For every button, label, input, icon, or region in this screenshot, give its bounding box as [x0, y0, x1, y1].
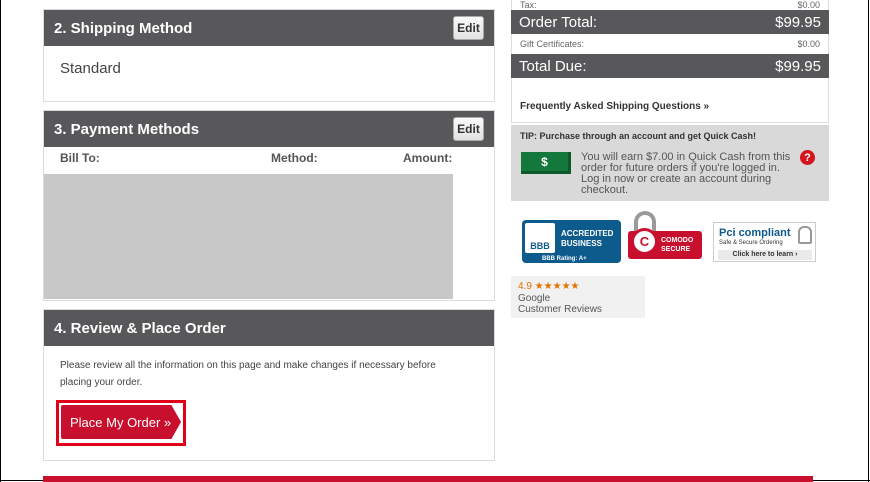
help-icon[interactable]: ?: [800, 150, 815, 165]
pci-subtitle: Safe & Secure Ordering: [719, 240, 783, 246]
bill-to-column-header: Bill To:: [60, 151, 100, 165]
quick-cash-tip: TIP: Purchase through an account and get…: [511, 125, 829, 201]
lock-icon: [798, 226, 812, 244]
shipping-faq-link[interactable]: Frequently Asked Shipping Questions »: [520, 101, 709, 112]
bbb-accredited-badge[interactable]: BBB ACCREDITED BUSINESS BBB Rating: A+: [522, 220, 621, 263]
total-due-value: $99.95: [775, 57, 821, 75]
order-total-value: $99.95: [775, 13, 821, 31]
comodo-line2: SECURE: [661, 246, 691, 253]
payment-edit-button[interactable]: Edit: [453, 117, 484, 141]
shipping-method-section: 2. Shipping Method Edit Standard: [43, 9, 495, 102]
payment-columns: Bill To: Method: Amount:: [44, 147, 494, 174]
google-reviews-label: Customer Reviews: [518, 304, 602, 315]
order-total-row: Order Total: $99.95: [511, 10, 829, 34]
pci-learn-link[interactable]: Click here to learn ›: [718, 250, 812, 260]
shipping-method-value: Standard: [60, 60, 121, 77]
frame-border-left: [0, 0, 1, 482]
tip-text: You will earn $7.00 in Quick Cash from t…: [581, 151, 791, 196]
gift-certificates-row: Gift Certificates: $0.00: [511, 34, 829, 54]
method-column-header: Method:: [271, 151, 318, 165]
order-summary: Tax: $0.00 Order Total: $99.95 Gift Cert…: [511, 0, 829, 123]
place-order-highlight: Place My Order »: [56, 400, 186, 446]
comodo-line1: COMODO: [661, 237, 694, 244]
payment-details-placeholder: [44, 174, 453, 299]
comodo-body: C COMODO SECURE: [628, 228, 702, 259]
cash-icon: $: [521, 152, 571, 174]
order-total-label: Order Total:: [519, 13, 598, 31]
place-order-button[interactable]: Place My Order »: [61, 405, 181, 439]
bbb-line2: BUSINESS: [561, 239, 602, 248]
comodo-logo-icon: C: [631, 228, 658, 255]
faq-box: Frequently Asked Shipping Questions »: [511, 78, 829, 123]
amount-column-header: Amount:: [403, 151, 453, 165]
total-due-label: Total Due:: [519, 57, 587, 75]
pci-compliant-badge[interactable]: Pci compliant Safe & Secure Ordering Cli…: [713, 222, 816, 262]
bbb-line1: ACCREDITED: [561, 229, 614, 238]
total-due-row: Total Due: $99.95: [511, 54, 829, 78]
payment-methods-header: 3. Payment Methods Edit: [44, 111, 494, 147]
shipping-method-header: 2. Shipping Method Edit: [44, 10, 494, 46]
google-rating: 4.9 ★★★★★: [518, 281, 580, 292]
comodo-secure-badge[interactable]: C COMODO SECURE: [628, 211, 702, 261]
shipping-edit-button[interactable]: Edit: [453, 16, 484, 40]
payment-methods-section: 3. Payment Methods Edit Bill To: Method:…: [43, 110, 495, 301]
tax-row: Tax: $0.00: [511, 0, 829, 10]
pci-title: Pci compliant: [719, 227, 791, 239]
bbb-rating: BBB Rating: A+: [542, 256, 587, 262]
google-name: Google: [518, 293, 551, 304]
footer-bar: [43, 476, 813, 482]
payment-methods-title: 3. Payment Methods: [54, 120, 200, 138]
bbb-text: ACCREDITED BUSINESS: [561, 229, 613, 249]
shipping-method-title: 2. Shipping Method: [54, 19, 193, 37]
google-reviews-badge[interactable]: 4.9 ★★★★★ Google Customer Reviews: [511, 276, 645, 318]
tax-value: $0.00: [797, 0, 820, 10]
bbb-logo-icon: BBB: [525, 223, 555, 253]
review-order-section: 4. Review & Place Order Please review al…: [43, 309, 495, 461]
tax-label: Tax:: [520, 0, 537, 10]
tip-title: TIP: Purchase through an account and get…: [520, 131, 757, 141]
review-instructions: Please review all the information on thi…: [60, 360, 436, 388]
comodo-text: COMODO SECURE: [661, 236, 693, 254]
gift-certificates-value: $0.00: [797, 39, 820, 49]
frame-border-right: [868, 0, 869, 482]
review-order-header: 4. Review & Place Order: [44, 310, 494, 346]
review-order-title: 4. Review & Place Order: [54, 319, 226, 337]
gift-certificates-label: Gift Certificates:: [520, 39, 585, 49]
